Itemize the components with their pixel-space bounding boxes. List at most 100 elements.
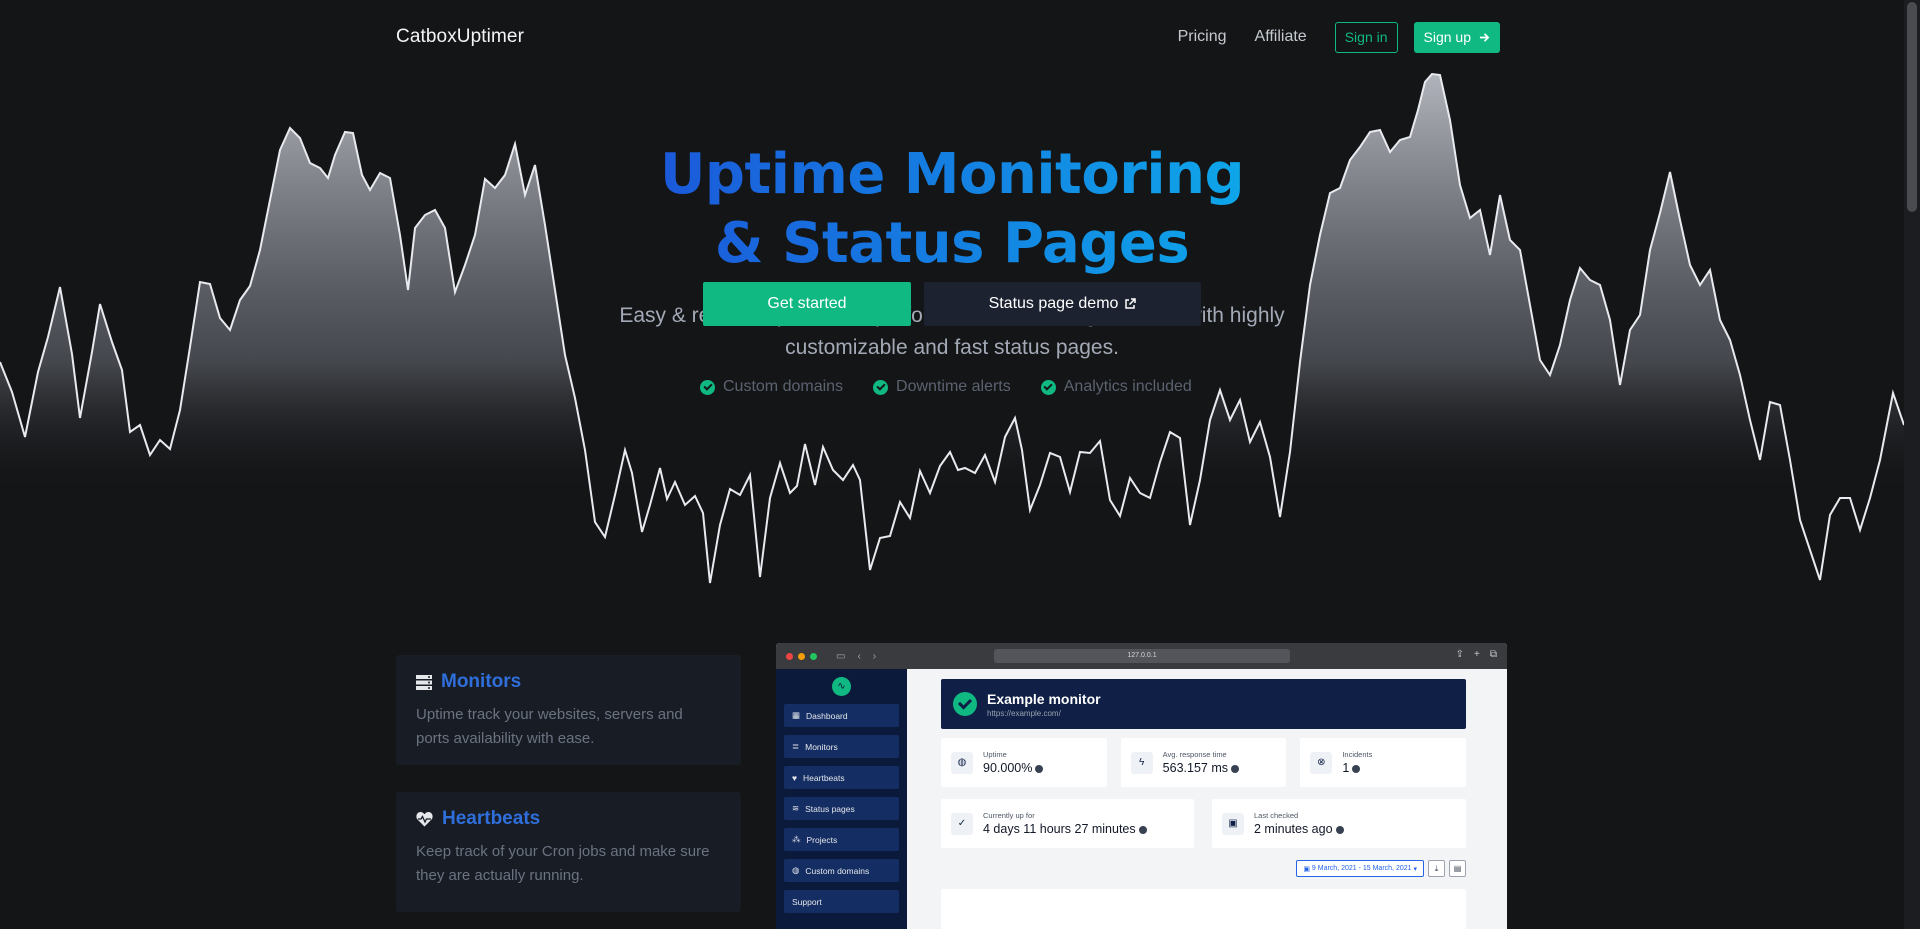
sidebar-item-dashboard: ▦ Dashboard <box>784 704 899 727</box>
tabs-icon: ⧉ <box>1489 649 1497 660</box>
stat-value: 4 days 11 hours 27 minutes <box>983 822 1147 836</box>
hero-title-line1: Uptime Monitoring <box>0 140 1904 209</box>
date-controls: ▣ 9 March, 2021 - 15 March, 2021 ▾ ⤓ ▤ <box>941 860 1466 877</box>
chevron-down-icon: ▾ <box>1411 865 1417 873</box>
info-icon <box>1335 825 1344 834</box>
monitor-url: https://example.com/ <box>987 708 1061 718</box>
window-close-dot <box>786 652 793 660</box>
card-desc-line: ports availability with ease. <box>416 730 595 747</box>
get-started-button[interactable]: Get started <box>703 282 911 326</box>
page: CatboxUptimer Pricing Affiliate Sign in … <box>0 0 1904 929</box>
feature-item: Analytics included <box>1040 378 1192 396</box>
browser-tools: ⇪ + ⧉ <box>1456 649 1497 660</box>
sidebar-item-label: Dashboard <box>806 710 848 721</box>
server-icon <box>416 674 432 690</box>
stat-last-checked: ▣ Last checked 2 minutes ago <box>1212 799 1466 848</box>
sidebar-item-label: Custom domains <box>805 865 870 876</box>
check-icon <box>1040 379 1056 395</box>
nav-link-pricing[interactable]: Pricing <box>1178 28 1227 46</box>
sidebar-item-monitors: ≣ Monitors <box>784 735 899 758</box>
signup-label: Sign up <box>1423 29 1471 45</box>
date-range-picker: ▣ 9 March, 2021 - 15 March, 2021 ▾ <box>1296 860 1424 877</box>
hero-title: Uptime Monitoring & Status Pages <box>0 140 1904 278</box>
external-link-icon <box>1125 298 1137 309</box>
monitor-stats: ◍ Uptime 90.000% ϟ Avg. response time 563.… <box>941 738 1467 787</box>
card-desc-line: Keep track of your Cron jobs and make su… <box>416 843 710 860</box>
date-range-label: 9 March, 2021 - 15 March, 2021 <box>1311 865 1412 872</box>
card-desc-line: Uptime track your websites, servers and <box>416 706 683 723</box>
stat-label: Avg. response time <box>1162 750 1227 759</box>
stat-value-text: 563.157 ms <box>1162 761 1228 775</box>
stat-current-uptime: ✓ Currently up for 4 days 11 hours 27 min… <box>941 799 1194 848</box>
app-sidebar: ∿ ▦ Dashboard ≣ Monitors ♥ Heartbeats ≋ Stat… <box>776 669 907 929</box>
stat-value: 90.000% <box>983 761 1044 775</box>
hero-title-line2: & Status Pages <box>0 209 1904 278</box>
hero-cta-group: Get started Status page demo <box>703 282 1201 326</box>
card-description: Keep track of your Cron jobs and make su… <box>416 840 721 888</box>
sidebar-item-label: Heartbeats <box>803 772 845 783</box>
app-main-content: Example monitor https://example.com/ ◍ U… <box>907 669 1507 929</box>
back-icon: ‹ <box>857 650 861 662</box>
stat-value: 563.157 ms <box>1163 761 1239 775</box>
sidebar-item-support: Support <box>784 890 899 913</box>
monitor-header: Example monitor https://example.com/ <box>941 679 1466 729</box>
share-icon: ⇪ <box>1455 649 1465 660</box>
browser-nav-icons: ▭ ‹ › <box>836 651 876 662</box>
card-desc-line: they are actually running. <box>416 867 584 884</box>
wifi-icon: ≋ <box>792 803 800 813</box>
download-icon: ⤓ <box>1428 860 1445 877</box>
page-scrollbar[interactable] <box>1904 0 1920 929</box>
sidebar-item-projects: ⁂ Projects <box>784 828 899 851</box>
sidebar-item-label: Projects <box>806 834 838 845</box>
calendar-icon: ▣ <box>1222 812 1244 835</box>
project-diagram-icon: ⁂ <box>792 834 801 844</box>
stat-value-text: 90.000% <box>983 761 1033 775</box>
card-title: Monitors <box>416 671 721 693</box>
heart-pulse-icon <box>416 811 433 826</box>
grid-icon: ▦ <box>792 710 801 720</box>
check-icon <box>873 379 889 395</box>
feature-card-monitors: Monitors Uptime track your websites, ser… <box>396 655 741 765</box>
feature-label: Analytics included <box>1063 378 1192 395</box>
nav-actions: Pricing Affiliate Sign in Sign up <box>1178 21 1500 53</box>
check-icon: ✓ <box>951 812 973 835</box>
signin-button[interactable]: Sign in <box>1334 21 1398 53</box>
stat-uptime: ◍ Uptime 90.000% <box>941 738 1107 787</box>
nav-link-affiliate[interactable]: Affiliate <box>1255 28 1307 46</box>
sidebar-item-status-pages: ≋ Status pages <box>784 797 899 820</box>
bolt-icon: ϟ <box>1130 751 1153 774</box>
window-minimize-dot <box>798 652 805 660</box>
sidebar-item-custom-domains: ◍ Custom domains <box>784 859 899 882</box>
scrollbar-thumb[interactable] <box>1907 2 1917 212</box>
window-zoom-dot <box>810 652 817 660</box>
arrow-right-icon <box>1479 32 1490 42</box>
x-circle-icon: ⊗ <box>1310 751 1333 774</box>
feature-item: Downtime alerts <box>873 378 1011 396</box>
monitor-title: Example monitor <box>987 690 1101 707</box>
info-icon <box>1138 825 1147 834</box>
check-icon <box>700 379 715 395</box>
info-icon <box>1035 764 1044 773</box>
browser-url-bar: 127.0.0.1 <box>994 649 1290 663</box>
server-icon: ≣ <box>792 741 800 751</box>
stat-value-text: 1 <box>1342 761 1350 775</box>
stat-label: Currently up for <box>983 811 1035 820</box>
sidebar-item-label: Monitors <box>805 741 838 752</box>
globe-icon: ◍ <box>792 865 800 875</box>
status-page-demo-button[interactable]: Status page demo <box>924 282 1201 326</box>
globe-icon: ◍ <box>951 751 973 774</box>
hero-subtitle-line2: customizable and fast status pages. <box>785 336 1119 359</box>
card-title-text: Monitors <box>441 671 522 692</box>
calendar-icon: ▣ <box>1303 865 1312 873</box>
monitor-stats-secondary: ✓ Currently up for 4 days 11 hours 27 min… <box>941 799 1466 848</box>
heart-icon: ♥ <box>792 772 798 783</box>
stat-label: Last checked <box>1254 811 1299 820</box>
info-icon <box>1231 764 1239 773</box>
sidebar-item-label: Status pages <box>805 803 855 814</box>
brand-logo[interactable]: CatboxUptimer <box>396 26 524 48</box>
signup-button[interactable]: Sign up <box>1413 21 1500 53</box>
feature-label: Downtime alerts <box>896 378 1011 395</box>
hero-section: Uptime Monitoring & Status Pages Easy & … <box>0 140 1904 364</box>
new-tab-icon: + <box>1474 649 1480 660</box>
info-icon <box>1352 764 1361 773</box>
